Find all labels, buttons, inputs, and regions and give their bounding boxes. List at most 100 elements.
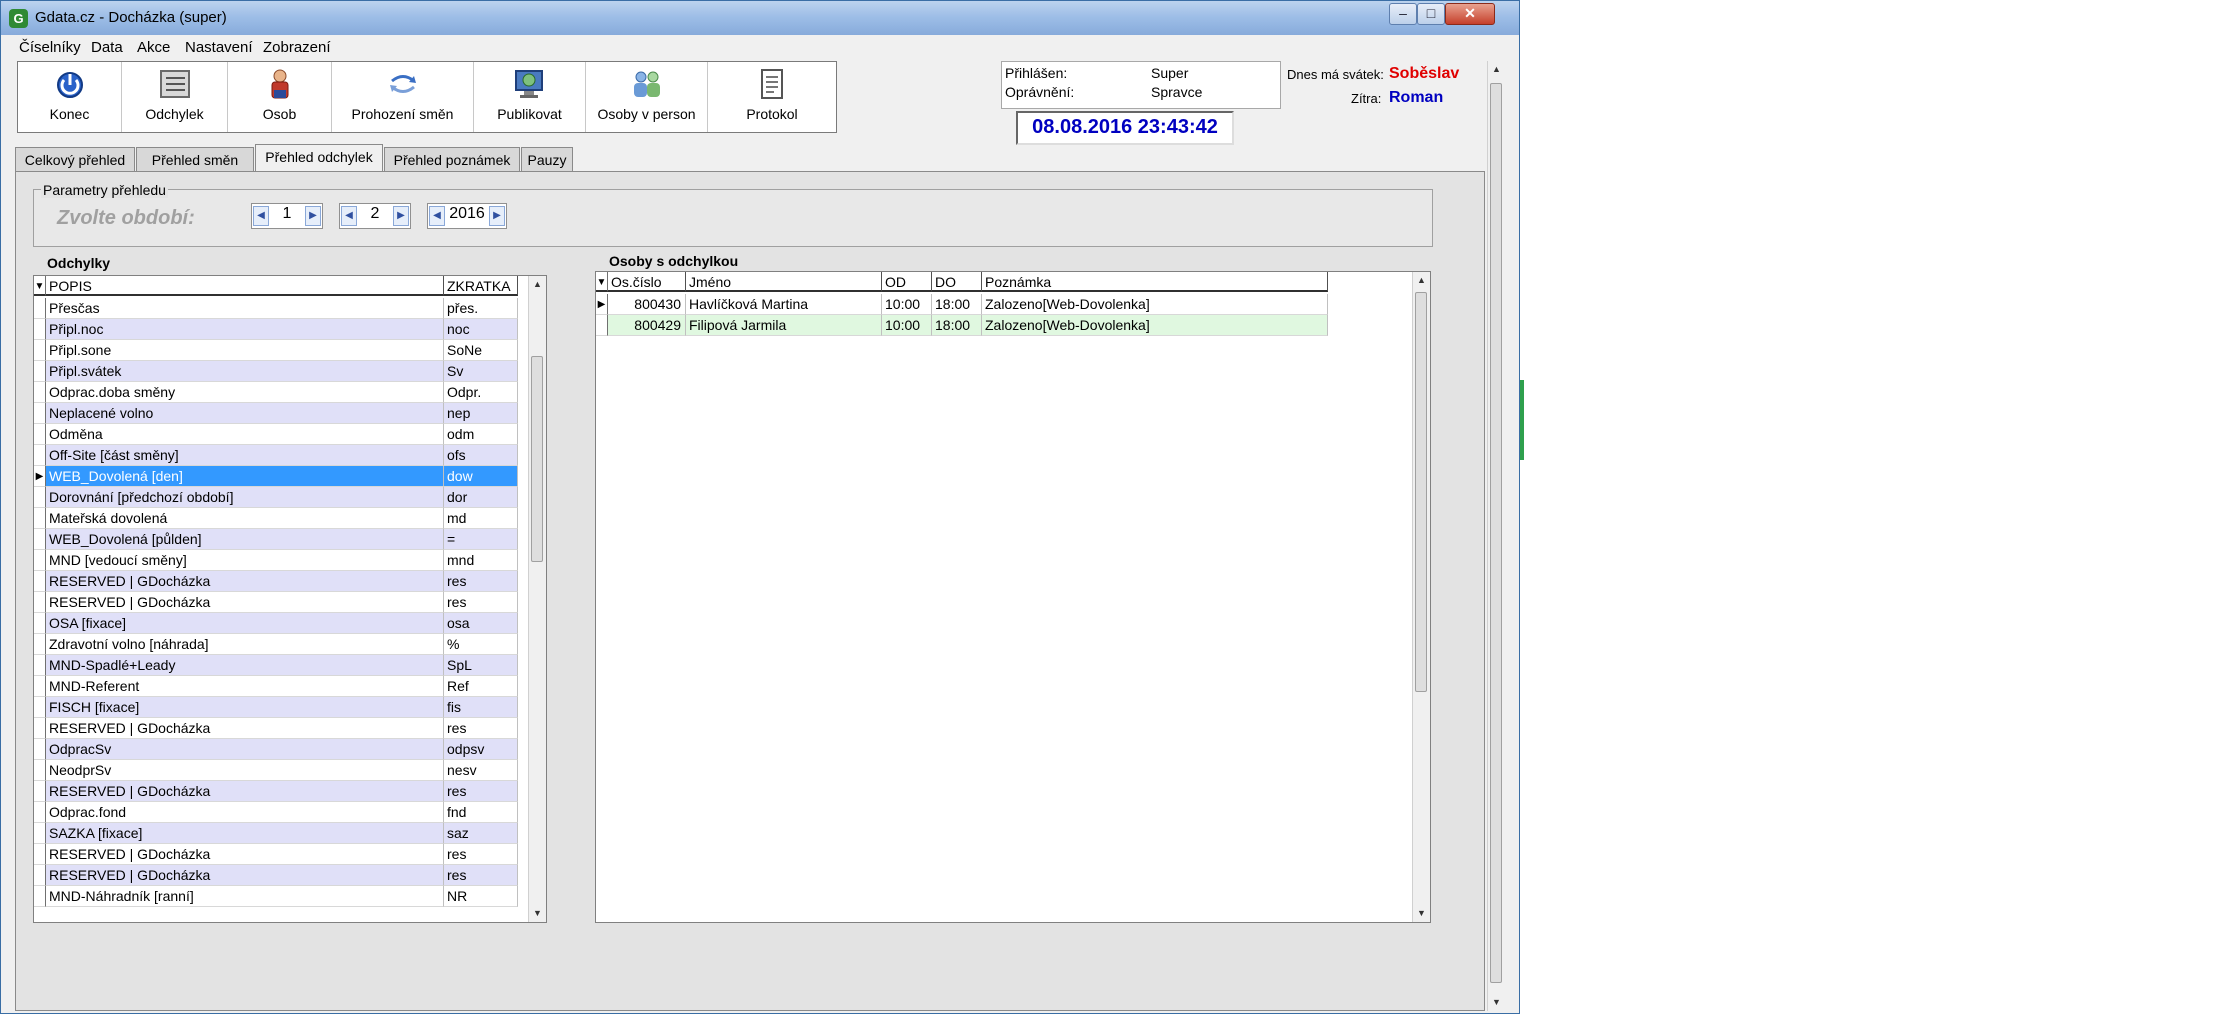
scroll-down-icon[interactable]: ▼ — [1413, 905, 1430, 922]
row-indicator[interactable] — [34, 697, 46, 718]
table-row[interactable]: SAZKA [fixace] saz — [34, 823, 528, 844]
row-indicator[interactable] — [34, 445, 46, 466]
sort-down-icon[interactable]: ▼ — [596, 272, 608, 292]
osoby-v-person-button[interactable]: Osoby v person — [586, 62, 708, 132]
row-indicator[interactable] — [34, 802, 46, 823]
row-indicator[interactable] — [34, 676, 46, 697]
osob-button[interactable]: Osob — [228, 62, 332, 132]
tab-prehled-poznamek[interactable]: Přehled poznámek — [384, 147, 520, 171]
col-poznamka-header[interactable]: Poznámka — [982, 272, 1328, 292]
tab-prehled-odchylek[interactable]: Přehled odchylek — [255, 144, 383, 172]
table-row[interactable]: 800429 Filipová Jarmila 10:00 18:00 Zalozeno… — [596, 315, 1328, 336]
table-row[interactable]: OSA [fixace] osa — [34, 613, 528, 634]
persons-scrollbar[interactable]: ▲ ▼ — [1412, 272, 1430, 922]
row-indicator[interactable] — [34, 550, 46, 571]
table-row[interactable]: Připl.sone SoNe — [34, 340, 528, 361]
menu-ciselniky[interactable]: Číselníky — [19, 39, 81, 56]
chevron-right-icon[interactable]: ▶ — [489, 206, 505, 226]
row-indicator[interactable] — [34, 739, 46, 760]
scroll-thumb[interactable] — [531, 356, 543, 562]
maximize-button[interactable]: □ — [1417, 3, 1445, 25]
window-scrollbar[interactable]: ▲ ▼ — [1487, 61, 1505, 1011]
table-row[interactable]: ▶ 800430 Havlíčková Martina 10:00 18:00 Zaloz… — [596, 294, 1328, 315]
col-popis-header[interactable]: POPIS — [46, 276, 444, 296]
menu-zobrazeni[interactable]: Zobrazení — [263, 39, 331, 56]
scroll-thumb[interactable] — [1415, 292, 1427, 692]
tab-celkovy-prehled[interactable]: Celkový přehled — [15, 147, 135, 171]
row-indicator[interactable] — [34, 340, 46, 361]
table-row[interactable]: RESERVED | GDocházka res — [34, 718, 528, 739]
col-do-header[interactable]: DO — [932, 272, 982, 292]
row-indicator[interactable] — [34, 508, 46, 529]
table-row[interactable]: RESERVED | GDocházka res — [34, 571, 528, 592]
table-row[interactable]: Off-Site [část směny] ofs — [34, 445, 528, 466]
row-indicator[interactable] — [34, 823, 46, 844]
sort-down-icon[interactable]: ▼ — [34, 276, 46, 296]
scroll-down-icon[interactable]: ▼ — [1488, 994, 1505, 1011]
table-row[interactable]: MND [vedoucí směny] mnd — [34, 550, 528, 571]
row-indicator[interactable] — [34, 403, 46, 424]
row-indicator[interactable] — [34, 571, 46, 592]
protokol-button[interactable]: Protokol — [708, 62, 836, 132]
table-row[interactable]: NeodprSv nesv — [34, 760, 528, 781]
table-row[interactable]: Zdravotní volno [náhrada]% — [34, 634, 528, 655]
close-button[interactable]: ✕ — [1445, 3, 1495, 25]
deviations-grid[interactable]: ▼ POPIS ZKRATKA Přesčas přes. Připl.noc noc… — [33, 275, 547, 923]
table-row[interactable]: Mateřská dovolená md — [34, 508, 528, 529]
row-indicator[interactable] — [34, 844, 46, 865]
menu-akce[interactable]: Akce — [137, 39, 170, 56]
row-indicator[interactable] — [596, 315, 608, 336]
table-row[interactable]: RESERVED | GDocházka res — [34, 844, 528, 865]
row-indicator[interactable] — [34, 487, 46, 508]
col-od-header[interactable]: OD — [882, 272, 932, 292]
tab-pauzy[interactable]: Pauzy — [521, 147, 573, 171]
row-indicator[interactable] — [34, 613, 46, 634]
chevron-left-icon[interactable]: ◀ — [253, 206, 269, 226]
deviations-scrollbar[interactable]: ▲ ▼ — [528, 276, 546, 922]
period-spin-1[interactable]: ◀ 1 ▶ — [251, 203, 323, 229]
row-indicator[interactable] — [34, 886, 46, 907]
scroll-down-icon[interactable]: ▼ — [529, 905, 546, 922]
col-zkratka-header[interactable]: ZKRATKA — [444, 276, 518, 296]
row-indicator[interactable] — [34, 865, 46, 886]
table-row[interactable]: Dorovnání [předchozí období] dor — [34, 487, 528, 508]
table-row[interactable]: Připl.svátek Sv — [34, 361, 528, 382]
row-indicator[interactable] — [34, 781, 46, 802]
chevron-left-icon[interactable]: ◀ — [429, 206, 445, 226]
period-spin-2[interactable]: ◀ 2 ▶ — [339, 203, 411, 229]
table-row[interactable]: Odměna odm — [34, 424, 528, 445]
table-row[interactable]: RESERVED | GDocházka res — [34, 865, 528, 886]
title-bar[interactable]: G Gdata.cz - Docházka (super) – □ ✕ — [1, 1, 1519, 36]
scroll-thumb[interactable] — [1490, 83, 1502, 983]
row-indicator[interactable] — [34, 718, 46, 739]
table-row[interactable]: Neplacené volno nep — [34, 403, 528, 424]
row-indicator[interactable] — [34, 424, 46, 445]
row-indicator[interactable] — [34, 529, 46, 550]
row-indicator[interactable] — [34, 634, 46, 655]
row-indicator[interactable] — [34, 655, 46, 676]
table-row[interactable]: FISCH [fixace] fis — [34, 697, 528, 718]
row-indicator[interactable] — [34, 592, 46, 613]
table-row[interactable]: MND-Spadlé+Leady SpL — [34, 655, 528, 676]
menu-nastaveni[interactable]: Nastavení — [185, 39, 253, 56]
table-row[interactable]: RESERVED | GDocházka res — [34, 592, 528, 613]
chevron-right-icon[interactable]: ▶ — [393, 206, 409, 226]
row-indicator[interactable] — [34, 298, 46, 319]
menu-data[interactable]: Data — [91, 39, 123, 56]
row-indicator[interactable] — [34, 382, 46, 403]
tab-prehled-smen[interactable]: Přehled směn — [136, 147, 254, 171]
row-indicator[interactable] — [34, 319, 46, 340]
persons-grid[interactable]: ▼ Os.číslo Jméno OD DO Poznámka ▶ 800430 H… — [595, 271, 1431, 923]
odchylek-button[interactable]: Odchylek — [122, 62, 228, 132]
table-row[interactable]: Odprac.doba směny Odpr. — [34, 382, 528, 403]
table-row[interactable]: MND-Referent Ref — [34, 676, 528, 697]
publikovat-button[interactable]: Publikovat — [474, 62, 586, 132]
table-row-selected[interactable]: ▶ WEB_Dovolená [den] dow — [34, 466, 528, 487]
scroll-up-icon[interactable]: ▲ — [1413, 272, 1430, 289]
table-row[interactable]: Připl.noc noc — [34, 319, 528, 340]
table-row[interactable]: RESERVED | GDocházka res — [34, 781, 528, 802]
chevron-left-icon[interactable]: ◀ — [341, 206, 357, 226]
table-row[interactable]: WEB_Dovolená [půlden] = — [34, 529, 528, 550]
col-oscislo-header[interactable]: Os.číslo — [608, 272, 686, 292]
minimize-button[interactable]: – — [1389, 3, 1417, 25]
